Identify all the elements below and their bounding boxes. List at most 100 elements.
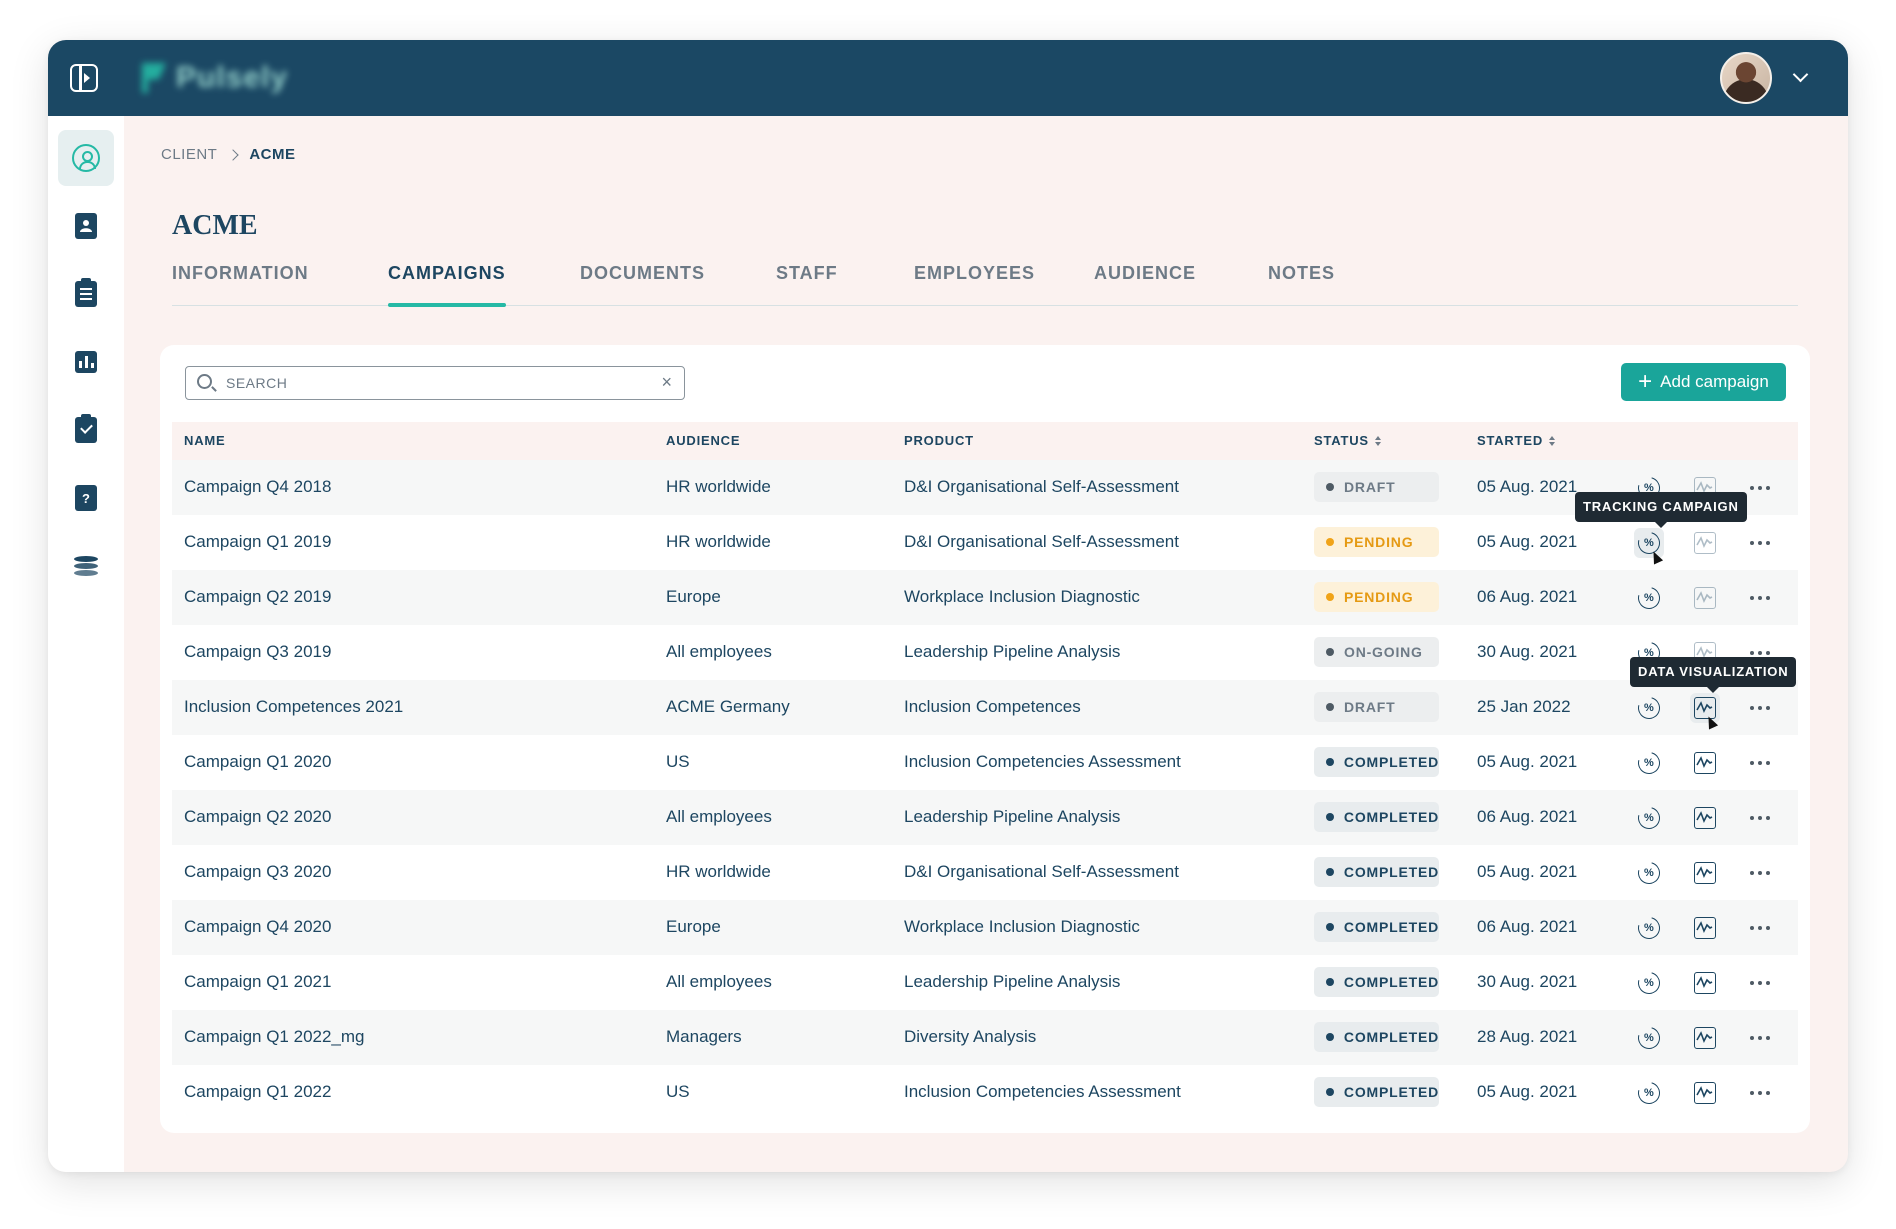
table-row[interactable]: Campaign Q3 2020 HR worldwide D&I Organisa… — [172, 845, 1798, 900]
campaign-name[interactable]: Campaign Q4 2018 — [184, 477, 331, 497]
more-options-button[interactable] — [1745, 968, 1775, 998]
chevron-down-icon[interactable] — [1792, 66, 1809, 83]
more-options-button[interactable] — [1745, 913, 1775, 943]
sidebar-item-tasks[interactable] — [58, 402, 114, 458]
chevron-right-icon — [227, 148, 240, 161]
campaign-name[interactable]: Campaign Q2 2020 — [184, 807, 331, 827]
column-status[interactable]: STATUS — [1314, 433, 1381, 448]
campaign-name[interactable]: Campaign Q1 2021 — [184, 972, 331, 992]
status-label: PENDING — [1344, 534, 1414, 550]
more-options-button[interactable] — [1745, 748, 1775, 778]
tab-campaigns[interactable]: CAMPAIGNS — [388, 258, 506, 307]
table-row[interactable]: Campaign Q2 2019 Europe Workplace Inclusio… — [172, 570, 1798, 625]
column-audience[interactable]: AUDIENCE — [666, 433, 740, 448]
column-started[interactable]: STARTED — [1477, 433, 1556, 448]
more-options-button[interactable] — [1745, 858, 1775, 888]
tracking-campaign-button[interactable]: % — [1633, 1077, 1665, 1109]
user-avatar[interactable] — [1720, 52, 1772, 104]
campaign-name[interactable]: Campaign Q3 2019 — [184, 642, 331, 662]
search-icon — [197, 374, 212, 389]
column-status-label: STATUS — [1314, 433, 1369, 448]
tab-documents[interactable]: DOCUMENTS — [580, 258, 705, 306]
table-row[interactable]: Campaign Q2 2020 All employees Leadership … — [172, 790, 1798, 845]
clear-search-icon[interactable]: × — [661, 372, 672, 393]
campaign-name[interactable]: Inclusion Competences 2021 — [184, 697, 403, 717]
tracking-campaign-button[interactable]: % — [1633, 802, 1665, 834]
status-label: COMPLETED — [1343, 919, 1439, 935]
data-visualization-button[interactable] — [1690, 968, 1720, 998]
sidebar-item-layers[interactable] — [58, 538, 114, 594]
column-name[interactable]: NAME — [184, 433, 225, 448]
search-input[interactable] — [226, 367, 646, 398]
table-row[interactable]: Campaign Q3 2019 All employees Leadership … — [172, 625, 1798, 680]
tracking-campaign-button[interactable]: % — [1633, 857, 1665, 889]
data-visualization-button[interactable] — [1690, 1078, 1720, 1108]
app-logo[interactable]: Pulsely — [142, 60, 288, 96]
status-label: DRAFT — [1344, 479, 1396, 495]
sidebar-item-contacts[interactable] — [58, 198, 114, 254]
tracking-icon: % — [1633, 1022, 1665, 1054]
data-visualization-button[interactable] — [1690, 748, 1720, 778]
tab-staff[interactable]: STAFF — [776, 258, 838, 306]
tracking-icon: % — [1633, 582, 1665, 614]
more-options-button[interactable] — [1745, 1023, 1775, 1053]
sidebar-item-reports[interactable] — [58, 334, 114, 390]
tracking-campaign-button[interactable]: % — [1633, 747, 1665, 779]
column-product[interactable]: PRODUCT — [904, 433, 974, 448]
data-visualization-button[interactable] — [1690, 803, 1720, 833]
table-row[interactable]: Campaign Q1 2022 US Inclusion Competencies… — [172, 1065, 1798, 1120]
more-options-button[interactable] — [1745, 473, 1775, 503]
sort-icon[interactable] — [1374, 435, 1381, 446]
sidebar-toggle-icon[interactable] — [70, 64, 98, 92]
more-options-button[interactable] — [1745, 583, 1775, 613]
campaign-name[interactable]: Campaign Q1 2020 — [184, 752, 331, 772]
more-options-button[interactable] — [1745, 528, 1775, 558]
status-label: COMPLETED — [1343, 754, 1439, 770]
table-row[interactable]: Campaign Q1 2019 HR worldwide D&I Organisa… — [172, 515, 1798, 570]
data-visualization-button[interactable] — [1690, 913, 1720, 943]
contact-card-icon — [75, 213, 97, 239]
breadcrumb-client[interactable]: CLIENT — [161, 146, 217, 163]
data-visualization-button[interactable] — [1690, 583, 1720, 613]
tab-employees[interactable]: EMPLOYEES — [914, 258, 1035, 306]
tab-notes[interactable]: NOTES — [1268, 258, 1335, 306]
sidebar-item-help[interactable]: ? — [58, 470, 114, 526]
sidebar-item-clients[interactable] — [58, 130, 114, 186]
table-row[interactable]: Campaign Q4 2020 Europe Workplace Inclusio… — [172, 900, 1798, 955]
data-visualization-button[interactable] — [1690, 528, 1720, 558]
campaign-name[interactable]: Campaign Q2 2019 — [184, 587, 331, 607]
table-body: Campaign Q4 2018 HR worldwide D&I Organisa… — [172, 460, 1798, 1120]
sort-icon[interactable] — [1549, 435, 1556, 446]
data-visualization-button[interactable] — [1690, 1023, 1720, 1053]
data-visualization-icon — [1694, 532, 1716, 554]
more-options-icon — [1750, 926, 1770, 930]
campaign-name[interactable]: Campaign Q1 2022 — [184, 1082, 331, 1102]
table-row[interactable]: Campaign Q1 2021 All employees Leadership … — [172, 955, 1798, 1010]
more-options-button[interactable] — [1745, 803, 1775, 833]
campaign-name[interactable]: Campaign Q3 2020 — [184, 862, 331, 882]
more-options-button[interactable] — [1745, 693, 1775, 723]
table-row[interactable]: Inclusion Competences 2021 ACME Germany In… — [172, 680, 1798, 735]
data-visualization-button[interactable] — [1690, 858, 1720, 888]
add-campaign-button[interactable]: + Add campaign — [1621, 363, 1786, 401]
campaign-started: 05 Aug. 2021 — [1477, 477, 1578, 496]
tab-audience[interactable]: AUDIENCE — [1094, 258, 1196, 306]
table-row[interactable]: Campaign Q1 2022_mg Managers Diversity Ana… — [172, 1010, 1798, 1065]
campaign-name[interactable]: Campaign Q4 2020 — [184, 917, 331, 937]
campaign-name[interactable]: Campaign Q1 2022_mg — [184, 1027, 365, 1047]
tracking-campaign-button[interactable]: % — [1633, 692, 1665, 724]
table-row[interactable]: Campaign Q1 2020 US Inclusion Competencies… — [172, 735, 1798, 790]
campaign-name[interactable]: Campaign Q1 2019 — [184, 532, 331, 552]
tab-information[interactable]: INFORMATION — [172, 258, 309, 306]
more-options-icon — [1750, 486, 1770, 490]
campaign-audience: All employees — [666, 972, 772, 991]
help-glyph: ? — [82, 490, 90, 506]
tracking-campaign-button[interactable]: % — [1633, 912, 1665, 944]
campaign-started: 05 Aug. 2021 — [1477, 752, 1578, 771]
table-row[interactable]: Campaign Q4 2018 HR worldwide D&I Organisa… — [172, 460, 1798, 515]
tracking-campaign-button[interactable]: % — [1633, 967, 1665, 999]
tracking-campaign-button[interactable]: % — [1633, 1022, 1665, 1054]
more-options-button[interactable] — [1745, 1078, 1775, 1108]
sidebar-item-clipboard[interactable] — [58, 266, 114, 322]
tracking-campaign-button[interactable]: % — [1633, 582, 1665, 614]
